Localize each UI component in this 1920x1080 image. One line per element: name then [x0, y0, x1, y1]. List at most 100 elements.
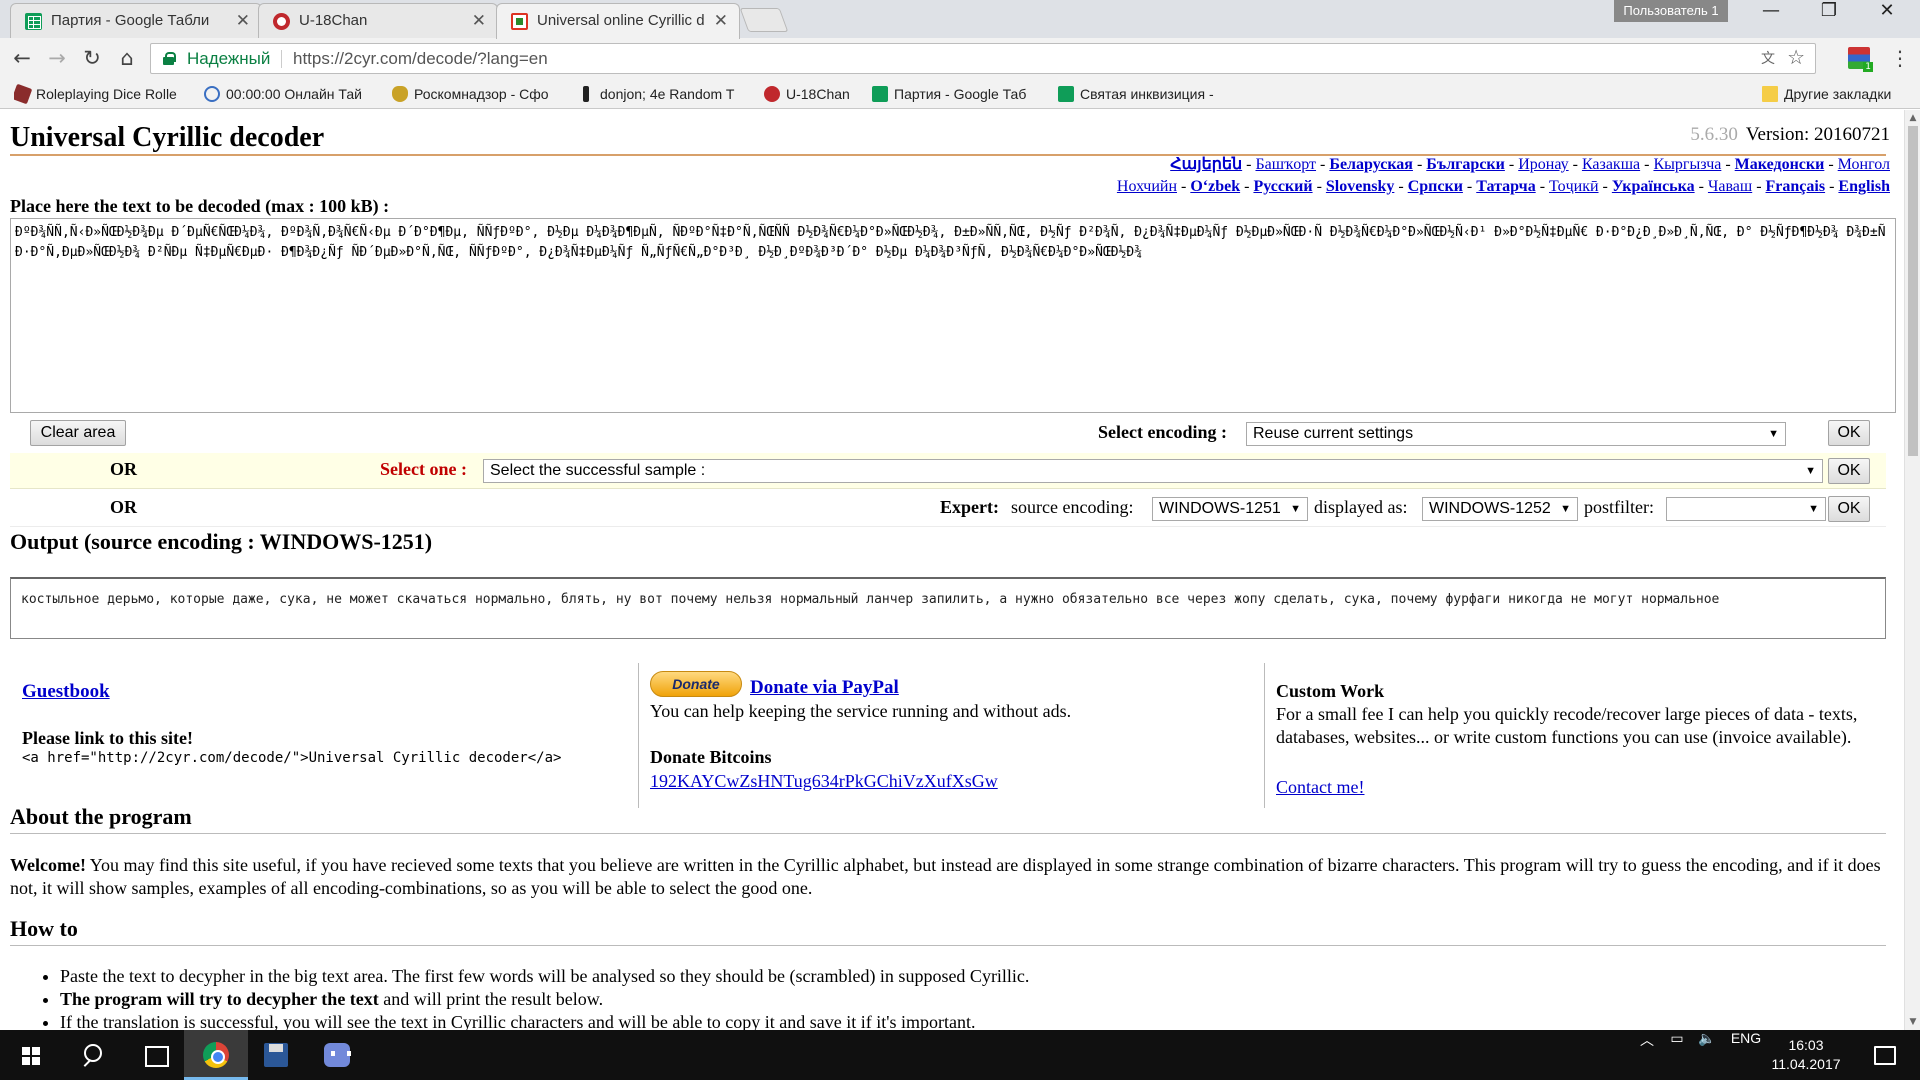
lang-link[interactable]: Српски	[1408, 178, 1463, 195]
bookmark-sheets-party[interactable]: Партия - Google Таб	[872, 84, 1042, 104]
url-text[interactable]: https://2cyr.com/decode/?lang=en	[293, 44, 548, 73]
close-window-icon[interactable]: ✕	[1858, 0, 1916, 34]
notification-icon[interactable]	[1866, 1030, 1906, 1080]
chrome-taskbar-icon[interactable]	[184, 1030, 248, 1080]
decoded-output[interactable]: костыльное дерьмо, которые даже, сука, н…	[10, 577, 1886, 639]
crest-icon	[392, 86, 408, 102]
omnibox-divider	[281, 50, 282, 68]
extension-icon[interactable]: 1	[1848, 47, 1873, 72]
lang-link[interactable]: Беларуская	[1329, 156, 1413, 173]
chevron-down-icon: ▼	[1560, 503, 1571, 515]
lang-link[interactable]: O‘zbek	[1190, 178, 1240, 195]
donate-description: You can help keeping the service running…	[650, 701, 1072, 721]
donate-paypal-link[interactable]: Donate via PayPal	[750, 677, 899, 699]
search-icon[interactable]	[62, 1030, 124, 1080]
list-item: The program will try to decypher the tex…	[60, 988, 1880, 1011]
lang-link[interactable]: Чаваш	[1708, 178, 1752, 195]
discord-taskbar-icon[interactable]	[306, 1030, 368, 1080]
scrollbar-thumb[interactable]	[1908, 126, 1918, 456]
ok-button-sample[interactable]: OK	[1828, 458, 1870, 484]
address-bar[interactable]: Надежный https://2cyr.com/decode/?lang=e…	[150, 43, 1816, 74]
forward-icon[interactable]: →	[44, 46, 70, 72]
tab-title: Партия - Google Табли	[51, 12, 210, 29]
lang-link[interactable]: Українська	[1612, 178, 1695, 195]
expert-row: OR Expert: source encoding: WINDOWS-1251…	[10, 491, 1886, 527]
task-view-icon[interactable]	[124, 1030, 186, 1080]
home-icon[interactable]: ⌂	[114, 46, 140, 72]
close-icon[interactable]: ✕	[472, 4, 486, 38]
bookmark-dice-roller[interactable]: Roleplaying Dice Rolle	[14, 84, 184, 104]
paypal-donate-button[interactable]: Donate	[650, 671, 742, 697]
lang-link[interactable]: Македонски	[1735, 156, 1825, 173]
ok-button-encoding[interactable]: OK	[1828, 420, 1870, 446]
custom-work-column: Custom Work For a small fee I can help y…	[1276, 663, 1896, 813]
windows-taskbar: ︿ ▭ 🔈 ENG 16:03 11.04.2017	[0, 1030, 1920, 1080]
lang-link[interactable]: Кыргызча	[1653, 156, 1721, 173]
bitcoin-address-link[interactable]: 192KAYCwZsHNTug634rPkGChiVzXufXsGw	[650, 771, 998, 792]
other-bookmarks[interactable]: Другие закладки	[1762, 84, 1912, 104]
howto-list: Paste the text to decypher in the big te…	[60, 965, 1880, 1030]
tab-sheets-party[interactable]: Партия - Google Табли ✕	[10, 3, 262, 38]
select-encoding-dropdown[interactable]: Reuse current settings ▼	[1246, 422, 1786, 446]
lang-link[interactable]: Нохчийн	[1117, 178, 1177, 195]
clear-area-button[interactable]: Clear area	[30, 420, 126, 446]
profile-badge[interactable]: Пользователь 1	[1614, 0, 1728, 22]
bookmark-star-icon[interactable]: ☆	[1787, 44, 1805, 73]
chevron-down-icon: ▼	[1805, 465, 1816, 477]
lang-link[interactable]: Башҡорт	[1255, 156, 1316, 173]
lang-link[interactable]: Français	[1766, 178, 1826, 195]
postfilter-dropdown[interactable]: ▼	[1666, 497, 1826, 521]
bookmark-roskomnadzor[interactable]: Роскомнадзор - Сфо	[392, 84, 560, 104]
lang-link[interactable]: Հայերեն	[1170, 156, 1242, 173]
source-encoding-dropdown[interactable]: WINDOWS-1251 ▼	[1152, 497, 1308, 521]
chrome-menu-icon[interactable]: ⋮	[1890, 46, 1910, 70]
language-row-1: Հայերեն - Башҡорт - Беларуская - Българс…	[1170, 156, 1890, 173]
windows-start-icon[interactable]	[0, 1030, 62, 1080]
close-icon[interactable]: ✕	[714, 4, 728, 38]
bookmark-donjon[interactable]: donjon; 4e Random T	[578, 84, 746, 104]
lang-link[interactable]: Български	[1426, 156, 1505, 173]
lang-link[interactable]: Тоҷикӣ	[1549, 178, 1599, 195]
network-icon[interactable]: ▭	[1664, 1030, 1690, 1080]
dice-icon	[14, 84, 33, 104]
page-scrollbar[interactable]: ▲ ▼	[1904, 110, 1920, 1030]
chevron-up-icon[interactable]: ︿	[1636, 1030, 1658, 1080]
minimize-icon[interactable]: —	[1742, 0, 1800, 34]
system-clock[interactable]: 16:03 11.04.2017	[1756, 1036, 1856, 1074]
ok-button-expert[interactable]: OK	[1828, 496, 1870, 522]
link-code-snippet[interactable]: <a href="http://2cyr.com/decode/">Univer…	[22, 750, 561, 766]
lang-link[interactable]: Иронау	[1518, 156, 1568, 173]
google-sheets-icon	[872, 86, 888, 102]
volume-icon[interactable]: 🔈	[1694, 1030, 1720, 1080]
save-app-taskbar-icon[interactable]	[244, 1030, 306, 1080]
lang-link[interactable]: Русский	[1253, 178, 1312, 195]
contact-link[interactable]: Contact me!	[1276, 777, 1364, 798]
tab-2cyr[interactable]: Universal online Cyrillic d ✕	[496, 3, 740, 39]
select-sample-dropdown[interactable]: Select the successful sample : ▼	[483, 459, 1823, 483]
bookmark-inquisition[interactable]: Святая инквизиция -	[1058, 84, 1234, 104]
bookmark-u18chan[interactable]: U-18Chan	[764, 84, 860, 104]
displayed-as-dropdown[interactable]: WINDOWS-1252 ▼	[1422, 497, 1578, 521]
lang-link[interactable]: Slovensky	[1326, 178, 1394, 195]
bookmark-timer[interactable]: 00:00:00 Онлайн Тай	[204, 84, 374, 104]
donate-column: Donate Donate via PayPal You can help ke…	[650, 663, 1250, 813]
restore-icon[interactable]: ❐	[1800, 0, 1858, 34]
list-item: Paste the text to decypher in the big te…	[60, 965, 1880, 988]
translate-icon[interactable]: 文	[1761, 49, 1779, 67]
lang-link[interactable]: English	[1838, 178, 1890, 195]
back-icon[interactable]: ←	[9, 46, 35, 72]
close-icon[interactable]: ✕	[236, 4, 250, 38]
lang-link[interactable]: Татарча	[1476, 178, 1535, 195]
new-tab-button[interactable]	[739, 8, 789, 32]
lang-link[interactable]: Монгол	[1838, 156, 1890, 173]
expert-label: Expert:	[940, 497, 999, 517]
tab-u18chan[interactable]: U-18Chan ✕	[258, 3, 498, 38]
guestbook-link[interactable]: Guestbook	[22, 681, 110, 703]
howto-title: How to	[10, 916, 78, 941]
lang-link[interactable]: Казакша	[1582, 156, 1640, 173]
title-bar: Партия - Google Табли ✕ U-18Chan ✕ Unive…	[0, 0, 1920, 39]
reload-icon[interactable]: ↻	[79, 46, 105, 72]
scroll-down-icon[interactable]: ▼	[1905, 1014, 1920, 1030]
scroll-up-icon[interactable]: ▲	[1905, 110, 1920, 126]
text-to-decode-input[interactable]: ÐºÐ¾ÑÑ‚Ñ‹Ð»ÑŒÐ½Ð¾Ðµ Ð´ÐµÑ€ÑŒÐ¼Ð¾, ÐºÐ¾Ñ‚…	[10, 218, 1896, 413]
